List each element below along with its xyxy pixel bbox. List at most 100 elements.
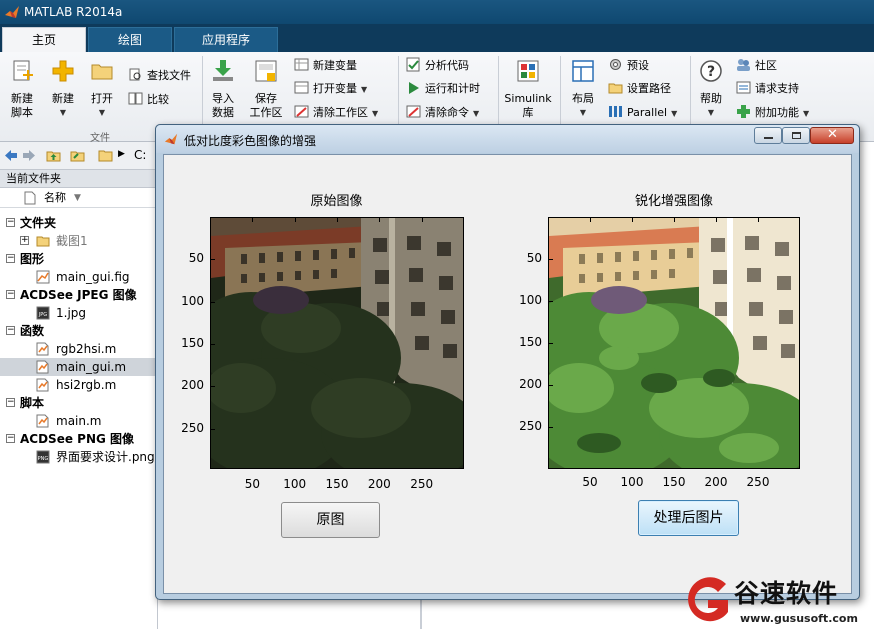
right-axes-ytick-label: 250 — [519, 419, 542, 433]
analyze-code-button[interactable]: 分析代码 — [406, 56, 469, 76]
name-column-header[interactable]: 名称 ▼ — [0, 188, 158, 208]
tree-file-item[interactable]: main_gui.m — [0, 358, 158, 376]
clear-workspace-button[interactable]: 清除工作区 ▼ — [294, 103, 378, 123]
minimize-button[interactable] — [754, 127, 782, 144]
collapse-icon[interactable]: − — [6, 254, 15, 263]
tree-group-header[interactable]: − ACDSee PNG 图像 — [0, 430, 158, 448]
collapse-icon[interactable]: − — [6, 290, 15, 299]
right-axes-ytick-label: 200 — [519, 377, 542, 391]
tree-group-header[interactable]: − 图形 — [0, 250, 158, 268]
tab-apps[interactable]: 应用程序 — [174, 27, 278, 52]
left-axes-xtick-label: 250 — [410, 477, 434, 491]
right-axes-ytick-label: 100 — [519, 293, 542, 307]
tree-file-item[interactable]: main_gui.fig — [0, 268, 158, 286]
collapse-icon[interactable]: − — [6, 218, 15, 227]
tree-file-item[interactable]: PNG 界面要求设计.png — [0, 448, 158, 466]
right-axes-xtick-label: 250 — [746, 475, 770, 489]
chevron-down-icon: ▼ — [671, 109, 678, 118]
tree-file-item[interactable]: + 截图1 — [0, 232, 158, 250]
preferences-button[interactable]: 预设 — [608, 56, 649, 76]
open-button[interactable]: 打开 ▼ — [86, 58, 118, 120]
path-toolbar: ▶ C: — [0, 142, 158, 170]
tree-group-header[interactable]: − 脚本 — [0, 394, 158, 412]
analyze-code-icon — [406, 57, 420, 72]
up-folder-icon[interactable] — [46, 148, 61, 163]
clear-workspace-icon — [294, 105, 309, 118]
back-arrow-icon[interactable] — [3, 148, 18, 163]
figure-title: 低对比度彩色图像的增强 — [184, 134, 317, 148]
right-axes-xtick-mark — [674, 218, 675, 222]
jpg-file-icon: JPG — [36, 306, 50, 320]
community-icon — [737, 59, 750, 71]
compare-icon — [128, 92, 143, 105]
collapse-icon[interactable]: − — [6, 326, 15, 335]
clear-commands-button[interactable]: 清除命令 ▼ — [406, 103, 479, 123]
right-axes-xtick-label: 50 — [582, 475, 598, 489]
help-icon: ? — [700, 60, 722, 82]
png-file-icon: PNG — [36, 450, 50, 464]
find-files-button[interactable]: 查找文件 — [128, 66, 191, 86]
collapse-icon[interactable]: − — [6, 398, 15, 407]
tree-group-header[interactable]: − ACDSee JPEG 图像 — [0, 286, 158, 304]
run-and-time-button[interactable]: 运行和计时 — [406, 79, 480, 99]
ribbon-separator — [498, 56, 499, 132]
left-axes-xtick-label: 50 — [244, 477, 260, 491]
help-button[interactable]: ? 帮助 ▼ — [696, 58, 726, 120]
new-variable-button[interactable]: 新建变量 — [294, 56, 357, 76]
processed-image-button[interactable]: 处理后图片 — [638, 500, 739, 536]
tree-file-item[interactable]: hsi2rgb.m — [0, 376, 158, 394]
new-script-button[interactable]: 新建 脚本 — [4, 58, 40, 120]
left-axes-ytick-label: 200 — [181, 378, 204, 393]
m-file-icon — [36, 342, 50, 356]
open-variable-button[interactable]: 打开变量 ▼ — [294, 79, 367, 99]
left-axes-xtick-mark — [421, 218, 423, 222]
right-axes-xtick-label: 100 — [620, 475, 644, 489]
right-axes-ytick-mark — [549, 343, 553, 344]
new-button[interactable]: 新建 ▼ — [46, 58, 80, 120]
original-image-button[interactable]: 原图 — [281, 502, 380, 538]
left-axes-ytick-label: 250 — [181, 420, 204, 435]
tab-home[interactable]: 主页 — [2, 27, 86, 52]
enhanced-image-axes — [548, 217, 800, 469]
set-path-button[interactable]: 设置路径 — [608, 79, 671, 99]
ribbon-separator — [202, 56, 203, 132]
import-data-button[interactable]: 导入 数据 — [206, 58, 240, 120]
current-folder-title: 当前文件夹 — [0, 170, 158, 188]
request-support-button[interactable]: 请求支持 — [736, 79, 799, 99]
forward-arrow-icon[interactable] — [22, 148, 37, 163]
close-icon: ✕ — [827, 127, 838, 142]
simulink-icon — [517, 60, 539, 82]
tree-group-header[interactable]: − 文件夹 — [0, 214, 158, 232]
addons-button[interactable]: 附加功能 ▼ — [736, 103, 809, 123]
tree-file-item[interactable]: main.m — [0, 412, 158, 430]
path-drive[interactable]: C: — [134, 148, 146, 162]
close-button[interactable]: ✕ — [810, 127, 854, 144]
svg-text:?: ? — [707, 64, 715, 80]
addons-plus-icon — [737, 105, 750, 118]
collapse-icon[interactable]: − — [6, 434, 15, 443]
tab-plots[interactable]: 绘图 — [88, 27, 172, 52]
minimize-icon — [764, 137, 773, 139]
sort-down-icon: ▼ — [74, 193, 81, 203]
simulink-library-button[interactable]: Simulink 库 — [504, 58, 552, 120]
gususoft-logo-icon — [688, 577, 728, 622]
community-button[interactable]: 社区 — [736, 56, 777, 76]
tree-group-header[interactable]: − 函数 — [0, 322, 158, 340]
layout-icon — [572, 60, 594, 82]
right-axes-ytick-mark — [549, 301, 553, 302]
tree-file-item[interactable]: rgb2hsi.m — [0, 340, 158, 358]
m-file-icon — [36, 360, 50, 374]
chevron-down-icon: ▼ — [361, 85, 368, 94]
parallel-button[interactable]: Parallel ▼ — [608, 103, 677, 123]
expand-icon[interactable]: + — [20, 236, 29, 245]
save-workspace-button[interactable]: 保存 工作区 — [246, 58, 286, 120]
browse-folder-icon[interactable] — [70, 148, 85, 163]
layout-button[interactable]: 布局 ▼ — [566, 58, 600, 120]
compare-button[interactable]: 比较 — [128, 90, 169, 110]
matlab-logo-icon — [5, 6, 19, 18]
current-folder-panel: ▶ C: 当前文件夹 名称 ▼ − 文件夹 + 截图1− 图形 main_gui.fig −… — [0, 142, 158, 629]
left-axes-ytick-mark — [211, 428, 215, 430]
tree-file-item[interactable]: JPG 1.jpg — [0, 304, 158, 322]
maximize-button[interactable] — [782, 127, 810, 144]
left-axes-ytick-label: 100 — [181, 293, 204, 308]
